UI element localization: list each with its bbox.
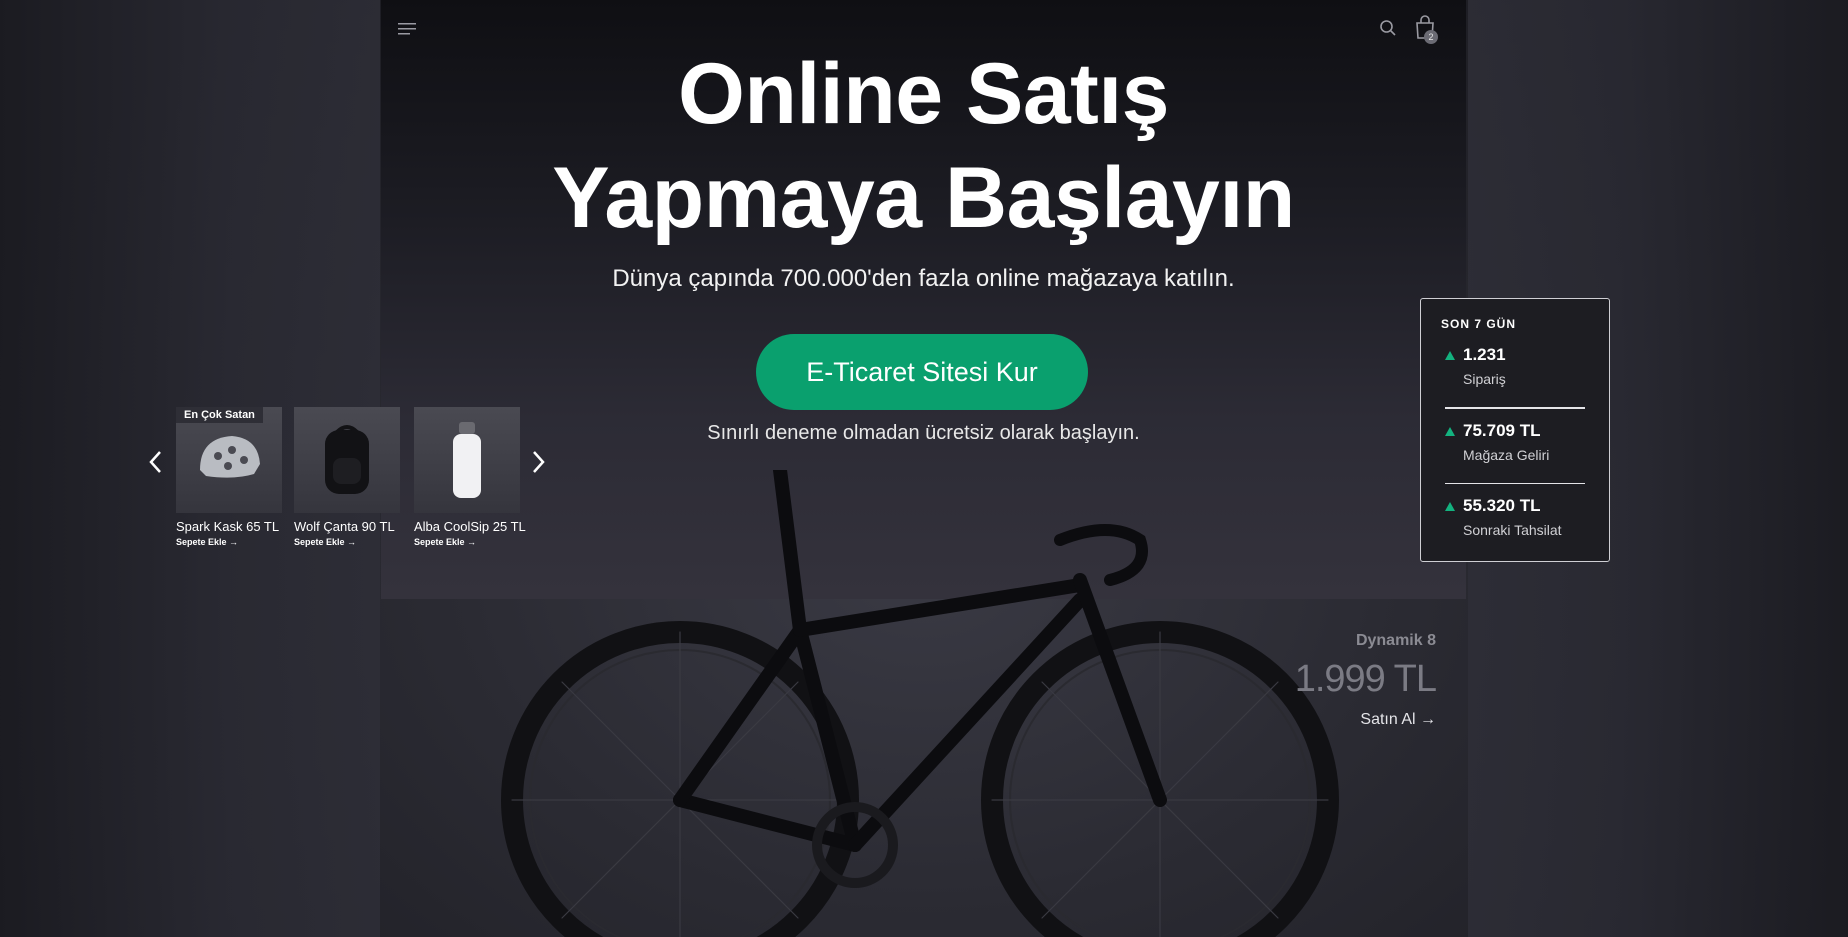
product-card[interactable]: Wolf Çanta 90 TL Sepete Ekle → — [294, 407, 400, 547]
helmet-icon — [200, 436, 260, 478]
product-card[interactable]: Alba CoolSip 25 TL Sepete Ekle → — [414, 407, 526, 547]
add-to-cart-link[interactable]: Sepete Ekle → — [176, 537, 282, 547]
stat-next-payout: 55.320 TL Sonraki Tahsilat — [1441, 496, 1589, 558]
up-arrow-icon — [1445, 502, 1455, 511]
product-image[interactable]: En Çok Satan — [176, 407, 282, 513]
hamburger-icon[interactable] — [398, 20, 418, 38]
bestseller-badge: En Çok Satan — [176, 407, 263, 423]
up-arrow-icon — [1445, 426, 1455, 436]
product-name: Spark Kask 65 TL — [176, 519, 280, 534]
stat-value: 55.320 TL — [1463, 496, 1541, 515]
product-name: Wolf Çanta 90 TL — [294, 519, 395, 534]
product-image[interactable] — [294, 407, 400, 513]
chevron-left-icon[interactable] — [146, 448, 166, 476]
up-arrow-icon — [1445, 351, 1455, 360]
search-icon[interactable] — [1379, 19, 1397, 37]
product-card[interactable]: En Çok Satan Spark Kask 65 TL Sepete Ekl… — [176, 407, 282, 547]
backpack-icon — [325, 425, 369, 494]
stat-revenue: 75.709 TL Mağaza Geliri — [1441, 421, 1589, 483]
add-to-cart-link[interactable]: Sepete Ekle → — [294, 537, 400, 547]
divider — [1445, 407, 1585, 409]
stat-label: Mağaza Geliri — [1463, 446, 1550, 463]
featured-product-name: Dynamik 8 — [1355, 632, 1436, 649]
stat-label: Sipariş — [1463, 371, 1506, 387]
divider — [1445, 482, 1585, 484]
stats-card: SON 7 GÜN 1.231 Sipariş 75.709 TL Mağaza… — [1420, 298, 1610, 562]
add-to-cart-link[interactable]: Sepete Ekle → — [414, 537, 520, 547]
product-image[interactable] — [414, 407, 520, 513]
stat-value: 1.231 — [1463, 345, 1506, 364]
hero-title-line-1: Online Satış — [677, 46, 1170, 142]
create-store-button[interactable]: E-Ticaret Sitesi Kur — [756, 334, 1088, 410]
stat-label: Sonraki Tahsilat — [1463, 522, 1562, 538]
buy-now-link[interactable]: Satın Al → — [1260, 711, 1436, 729]
stat-orders: 1.231 Sipariş — [1441, 345, 1589, 407]
hero-title-line-2: Yapmaya Başlayın — [552, 150, 1295, 246]
bottle-icon — [453, 422, 481, 498]
hero-title: Online Satış Yapmaya Başlayın — [381, 42, 1466, 250]
product-name: Alba CoolSip 25 TL — [414, 519, 526, 534]
stats-title: SON 7 GÜN — [1441, 317, 1517, 331]
hero-subtitle: Dünya çapında 700.000'den fazla online m… — [612, 265, 1235, 292]
featured-product-price: 1.999 TL — [1294, 658, 1437, 700]
bicycle-image — [501, 470, 1339, 937]
trial-note: Sınırlı deneme olmadan ücretsiz olarak b… — [707, 422, 1140, 444]
chevron-right-icon[interactable] — [528, 448, 548, 476]
stat-value: 75.709 TL — [1463, 420, 1541, 440]
